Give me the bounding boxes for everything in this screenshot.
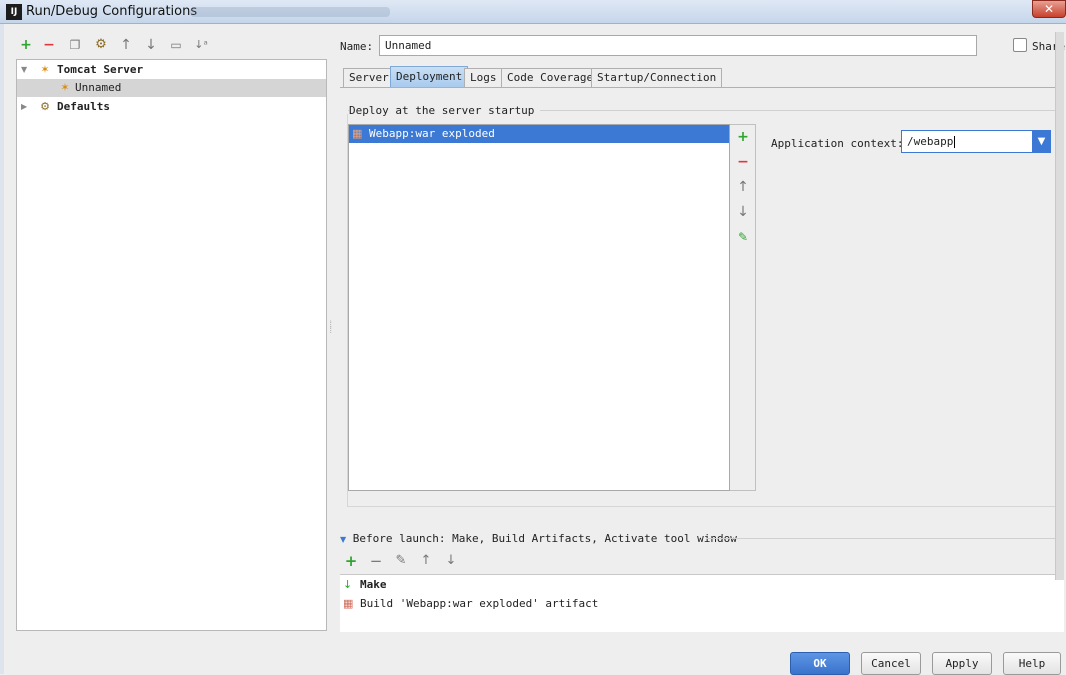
deployment-side-toolbar: + − ↑ ↓ ✎ bbox=[730, 124, 756, 491]
remove-icon[interactable]: − bbox=[735, 154, 751, 170]
text-caret bbox=[954, 136, 956, 148]
sort-icon[interactable]: ↓ᵃ bbox=[193, 37, 209, 53]
expand-arrow-icon[interactable]: ▼ bbox=[21, 61, 31, 79]
move-up-icon[interactable]: ↑ bbox=[735, 179, 751, 195]
tab-startup-connection[interactable]: Startup/Connection bbox=[591, 68, 723, 87]
name-label: Name: bbox=[340, 40, 374, 53]
edit-icon[interactable]: ✎ bbox=[393, 553, 409, 569]
window-edge bbox=[0, 24, 4, 674]
app-icon: IJ bbox=[6, 4, 22, 20]
tomcat-icon: ✶ bbox=[40, 63, 50, 76]
group-divider bbox=[706, 538, 1063, 539]
collapse-arrow-icon[interactable]: ▼ bbox=[340, 535, 346, 544]
tab-logs[interactable]: Logs bbox=[464, 68, 503, 87]
application-context-combobox[interactable]: /webapp ▼ bbox=[901, 130, 1051, 153]
list-item-label: Build 'Webapp:war exploded' artifact bbox=[360, 597, 599, 610]
deployment-item[interactable]: ▦ Webapp:war exploded bbox=[349, 125, 729, 143]
title-bar-blurred-menu bbox=[190, 7, 390, 17]
edit-defaults-icon[interactable]: ⚙ bbox=[93, 37, 109, 53]
help-button[interactable]: Help bbox=[1003, 652, 1061, 675]
before-launch-title[interactable]: ▼ Before launch: Make, Build Artifacts, … bbox=[340, 532, 737, 545]
move-down-icon[interactable]: ↓ bbox=[735, 204, 751, 220]
configuration-tree[interactable]: ▼ ✶ Tomcat Server ✶ Unnamed ▶ ⚙ Defaults bbox=[16, 59, 327, 631]
tree-item-label: Defaults bbox=[57, 100, 110, 113]
vertical-scrollbar[interactable] bbox=[1055, 32, 1064, 580]
collapse-arrow-icon[interactable]: ▶ bbox=[21, 98, 31, 116]
tree-item-unnamed[interactable]: ✶ Unnamed bbox=[17, 79, 326, 97]
move-down-icon[interactable]: ↓ bbox=[443, 553, 459, 569]
deploy-section-title: Deploy at the server startup bbox=[349, 104, 541, 117]
before-launch-label: Before launch: Make, Build Artifacts, Ac… bbox=[352, 532, 737, 545]
folder-icon[interactable]: ▭ bbox=[168, 37, 184, 53]
defaults-wrench-icon: ⚙ bbox=[40, 100, 50, 113]
tree-item-tomcat-server[interactable]: ▼ ✶ Tomcat Server bbox=[17, 61, 326, 79]
tab-divider bbox=[340, 87, 1063, 88]
add-icon[interactable]: + bbox=[735, 129, 751, 145]
chevron-down-icon[interactable]: ▼ bbox=[1032, 131, 1051, 152]
artifact-icon: ▦ bbox=[343, 597, 354, 610]
remove-icon[interactable]: − bbox=[41, 37, 57, 53]
tree-item-label: Unnamed bbox=[75, 81, 122, 94]
application-context-value[interactable]: /webapp bbox=[907, 135, 956, 148]
name-input[interactable]: Unnamed bbox=[379, 35, 977, 56]
move-up-icon[interactable]: ↑ bbox=[118, 37, 134, 53]
remove-icon[interactable]: − bbox=[368, 553, 384, 569]
add-icon[interactable]: + bbox=[18, 37, 34, 53]
window-title: Run/Debug Configurations bbox=[26, 4, 198, 19]
tab-code-coverage[interactable]: Code Coverage bbox=[501, 68, 600, 87]
close-button[interactable]: ✕ bbox=[1032, 0, 1066, 18]
make-icon: ↓ bbox=[343, 578, 353, 591]
share-checkbox[interactable] bbox=[1013, 38, 1027, 52]
copy-icon[interactable]: ❐ bbox=[67, 37, 83, 53]
artifact-icon: ▦ bbox=[352, 127, 363, 140]
tree-item-defaults[interactable]: ▶ ⚙ Defaults bbox=[17, 98, 326, 116]
tree-item-label: Tomcat Server bbox=[57, 63, 144, 76]
tab-server[interactable]: Server bbox=[343, 68, 395, 87]
cancel-button[interactable]: Cancel bbox=[861, 652, 921, 675]
before-launch-list[interactable]: ↓ Make ▦ Build 'Webapp:war exploded' art… bbox=[340, 574, 1064, 632]
add-icon[interactable]: + bbox=[343, 553, 359, 569]
splitter-handle[interactable]: ⁞ ⁞ bbox=[328, 321, 333, 340]
edit-icon[interactable]: ✎ bbox=[735, 229, 751, 245]
move-up-icon[interactable]: ↑ bbox=[418, 553, 434, 569]
list-item-label: Make bbox=[360, 578, 387, 591]
deployment-item-label: Webapp:war exploded bbox=[369, 127, 495, 140]
tomcat-icon: ✶ bbox=[60, 81, 70, 94]
move-down-icon[interactable]: ↓ bbox=[143, 37, 159, 53]
tab-deployment[interactable]: Deployment bbox=[390, 66, 469, 87]
application-context-label: Application context: bbox=[771, 137, 904, 150]
deployment-list[interactable]: ▦ Webapp:war exploded bbox=[348, 124, 730, 491]
ok-button[interactable]: OK bbox=[790, 652, 850, 675]
apply-button[interactable]: Apply bbox=[932, 652, 992, 675]
